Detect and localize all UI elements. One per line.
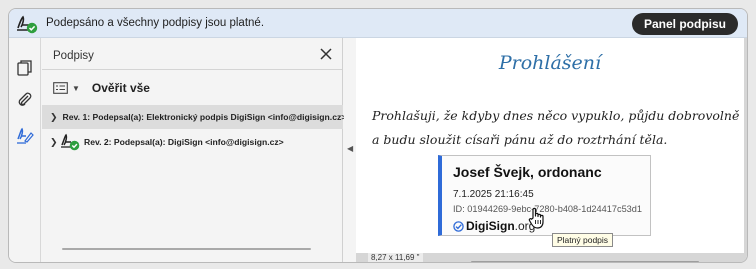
hand-pointer-icon	[528, 207, 544, 229]
signed-valid-icon	[61, 133, 80, 151]
page-size-label: 8,27 x 11,69 "	[368, 253, 423, 262]
attachment-icon[interactable]	[16, 91, 34, 109]
document-text-line: Prohlašuji, že kdyby dnes něco vypuklo, …	[372, 108, 740, 123]
brand-name: DigiSign	[466, 219, 515, 233]
document-viewer: Prohlášení Prohlašuji, že kdyby dnes něc…	[356, 38, 747, 262]
revision-label: Rev. 2: Podepsal(a): DigiSign <info@digi…	[84, 137, 284, 147]
revision-item[interactable]: ❯ Rev. 2: Podepsal(a): DigiSign <info@di…	[42, 130, 343, 154]
panel-divider	[42, 69, 342, 70]
left-tool-rail	[9, 38, 41, 262]
signed-valid-icon	[17, 15, 38, 34]
digisign-logo: DigiSign .org	[453, 219, 535, 233]
revision-item[interactable]: ❯ Rev. 1: Podepsal(a): Elektronický podp…	[42, 105, 346, 129]
collapse-arrow-icon[interactable]: ◀	[347, 144, 353, 153]
signatures-panel: Podpisy ▼ Ověřit vše ❯ Rev. 1: Podepsal(…	[42, 38, 346, 262]
chevron-right-icon[interactable]: ❯	[50, 137, 59, 148]
document-page: Prohlášení Prohlašuji, že kdyby dnes něc…	[356, 38, 744, 253]
signature-id: ID: 01944269-9ebc-7280-b408-1d24417c53d1	[453, 204, 643, 214]
panel-collapse-handle[interactable]: ◀	[344, 38, 356, 262]
document-horizontal-scrollbar[interactable]	[471, 261, 699, 262]
signature-panel-button[interactable]: Panel podpisu	[631, 13, 738, 35]
dropdown-caret-icon[interactable]: ▼	[72, 84, 80, 93]
signer-name: Josef Švejk, ordonanc	[453, 164, 602, 180]
document-text-line: a budu sloužit císaři pánu až do roztrhá…	[372, 132, 668, 147]
tooltip: Platný podpis	[552, 233, 614, 247]
document-heading: Prohlášení	[498, 52, 602, 74]
revision-label: Rev. 1: Podepsal(a): Elektronický podpis…	[62, 112, 347, 122]
chevron-right-icon[interactable]: ❯	[50, 112, 58, 123]
verify-all-button[interactable]: ▼ Ověřit vše	[53, 79, 150, 97]
panel-title: Podpisy	[53, 50, 94, 62]
signature-icon[interactable]	[16, 127, 34, 145]
signature-datetime: 7.1.2025 21:16:45	[453, 189, 534, 200]
app-window: Podepsáno a všechny podpisy jsou platné.…	[8, 8, 748, 263]
list-options-icon[interactable]	[53, 82, 68, 94]
close-icon[interactable]	[319, 47, 333, 61]
verify-all-label: Ověřit vše	[91, 81, 150, 95]
check-circle-icon	[453, 220, 464, 232]
panel-horizontal-scrollbar[interactable]	[62, 248, 311, 250]
banner-message: Podepsáno a všechny podpisy jsou platné.	[46, 17, 265, 29]
pages-icon[interactable]	[16, 59, 34, 77]
signature-status-banner: Podepsáno a všechny podpisy jsou platné.…	[9, 9, 747, 38]
